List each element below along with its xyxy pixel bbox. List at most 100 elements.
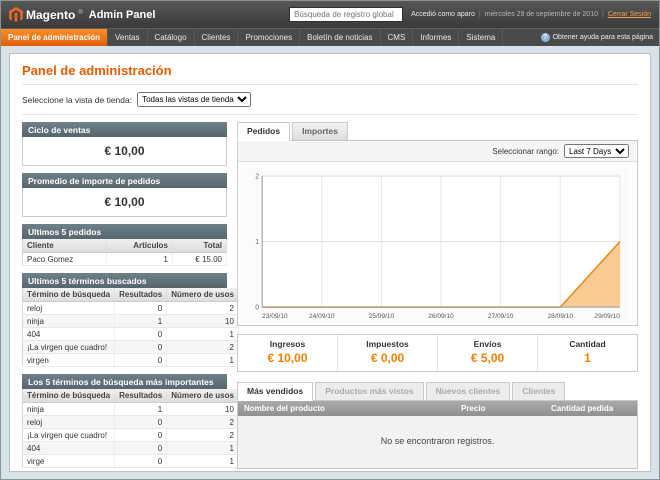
search-term: virgen (23, 354, 115, 367)
search-term-row[interactable]: virgen 0 1 (23, 354, 239, 367)
store-view-label: Seleccione la vista de tienda: (22, 95, 132, 105)
svg-text:27/09/10: 27/09/10 (488, 313, 514, 320)
search-term: ninja (23, 403, 115, 416)
stat-impuestos: Impuestos € 0,00 (338, 335, 438, 371)
search-uses: 1 (167, 354, 239, 367)
nav-item-informes[interactable]: Informes (413, 29, 459, 46)
search-term-row[interactable]: ¡La virgen que cuadro! 0 2 (23, 429, 239, 442)
nav-item-catalogo[interactable]: Catálogo (148, 29, 195, 46)
grid-tab-mas-vendidos[interactable]: Más vendidos (237, 382, 313, 401)
global-search-input[interactable] (289, 7, 403, 22)
chart-area: 01223/09/1024/09/1025/09/1026/09/1027/09… (238, 162, 637, 325)
stat-value: € 0,00 (340, 351, 435, 365)
separator: | (479, 11, 481, 18)
lifetime-sales-block: Ciclo de ventas € 10,00 (22, 122, 227, 166)
grid-tab-productos-mas-vistos[interactable]: Productos más vistos (315, 382, 423, 401)
average-order-value: € 10,00 (22, 188, 227, 217)
order-total: € 15.00 (172, 253, 226, 266)
stat-value: € 10,00 (240, 351, 335, 365)
svg-text:1: 1 (255, 239, 259, 246)
nav-item-clientes[interactable]: Clientes (195, 29, 239, 46)
nav-item-boletin[interactable]: Boletín de noticias (300, 29, 380, 46)
search-term: reloj (23, 302, 115, 315)
store-view-select[interactable]: Todas las vistas de tienda (137, 92, 251, 107)
last-orders-table: Cliente Artículos Total Paco Gomez 1 € 1… (22, 239, 227, 266)
dashboard-main: Ciclo de ventas € 10,00 Promedio de impo… (22, 122, 638, 472)
search-term-row[interactable]: reloj 0 2 (23, 416, 239, 429)
search-term-row[interactable]: 404 0 1 (23, 328, 239, 341)
order-customer: Paco Gomez (23, 253, 107, 266)
grid-tabs: Más vendidos Productos más vistos Nuevos… (237, 382, 638, 401)
nav-item-cms[interactable]: CMS (381, 29, 414, 46)
divider (22, 114, 638, 115)
column-header-price: Precio (455, 401, 545, 416)
nav-item-dashboard[interactable]: Panel de administración (1, 29, 108, 46)
content-card: Panel de administración Seleccione la vi… (9, 53, 651, 472)
nav-item-ventas[interactable]: Ventas (108, 29, 147, 46)
search-results: 0 (115, 302, 167, 315)
search-term-row[interactable]: reloj 0 2 (23, 302, 239, 315)
range-select[interactable]: Last 7 Days (564, 144, 629, 158)
lifetime-sales-value: € 10,00 (22, 137, 227, 166)
search-uses: 1 (167, 455, 239, 468)
order-items: 1 (106, 253, 172, 266)
svg-text:24/09/10: 24/09/10 (309, 313, 335, 320)
diagram-tabs: Pedidos Importes (237, 122, 638, 141)
stat-label: Cantidad (540, 339, 635, 349)
column-header: Resultados (115, 288, 167, 302)
logo-text: Magento (26, 8, 75, 22)
header-date: miércoles 29 de septiembre de 2010 (485, 11, 598, 18)
content-background: Panel de administración Seleccione la vi… (1, 46, 659, 479)
nav-item-sistema[interactable]: Sistema (459, 29, 503, 46)
tab-importes[interactable]: Importes (292, 122, 348, 141)
column-header: Cliente (23, 239, 107, 253)
svg-text:23/09/10: 23/09/10 (262, 313, 288, 320)
search-term-row[interactable]: ninja 1 10 (23, 315, 239, 328)
search-term-row[interactable]: ninja 1 10 (23, 403, 239, 416)
search-term-row[interactable]: ¡La virgen que cuadro! 0 2 (23, 341, 239, 354)
totals-bar: Ingresos € 10,00 Impuestos € 0,00 Envíos… (237, 334, 638, 372)
search-results: 0 (115, 354, 167, 367)
page-title: Panel de administración (22, 63, 638, 78)
grid-tab-clientes[interactable]: Clientes (512, 382, 565, 401)
search-uses: 2 (167, 416, 239, 429)
column-header: Artículos (106, 239, 172, 253)
search-results: 1 (115, 403, 167, 416)
grid-tab-nuevos-clientes[interactable]: Nuevos clientes (426, 382, 511, 401)
top-search-table: Término de búsqueda Resultados Número de… (22, 389, 239, 468)
logout-link[interactable]: Cerrar Sesión (608, 11, 651, 18)
stat-cantidad: Cantidad 1 (538, 335, 637, 371)
tab-pedidos[interactable]: Pedidos (237, 122, 290, 141)
main-nav: Panel de administración Ventas Catálogo … (1, 28, 659, 46)
top-search-block: Los 5 términos de búsqueda más important… (22, 374, 227, 468)
lifetime-sales-header: Ciclo de ventas (22, 122, 227, 137)
search-uses: 2 (167, 341, 239, 354)
magento-logo[interactable]: Magento ® Admin Panel (9, 7, 155, 23)
last-search-block: Ultimos 5 términos buscados Término de b… (22, 273, 227, 367)
search-term-row[interactable]: virge 0 1 (23, 455, 239, 468)
average-order-block: Promedio de importe de pedidos € 10,00 (22, 173, 227, 217)
search-results: 0 (115, 328, 167, 341)
stat-label: Impuestos (340, 339, 435, 349)
magento-logo-icon (9, 7, 23, 23)
svg-text:28/09/10: 28/09/10 (548, 313, 574, 320)
empty-records-message: No se encontraron registros. (238, 416, 637, 468)
help-link[interactable]: ? Obtener ayuda para esta página (535, 29, 659, 46)
grid-header-row: Nombre del producto Precio Cantidad pedi… (238, 401, 637, 416)
separator: | (602, 11, 604, 18)
range-bar: Seleccionar rango: Last 7 Days (238, 141, 637, 162)
search-results: 0 (115, 442, 167, 455)
search-results: 0 (115, 416, 167, 429)
header-bar: Magento ® Admin Panel Accedió como aparo… (1, 1, 659, 28)
last-search-header: Ultimos 5 términos buscados (22, 273, 227, 288)
range-label: Seleccionar rango: (492, 147, 559, 156)
last-search-table: Término de búsqueda Resultados Número de… (22, 288, 239, 367)
search-uses: 10 (167, 315, 239, 328)
search-results: 0 (115, 341, 167, 354)
order-row[interactable]: Paco Gomez 1 € 15.00 (23, 253, 227, 266)
nav-item-promociones[interactable]: Promociones (238, 29, 300, 46)
search-term: 404 (23, 328, 115, 341)
svg-text:2: 2 (255, 174, 259, 181)
search-term-row[interactable]: 404 0 1 (23, 442, 239, 455)
column-header: Término de búsqueda (23, 288, 115, 302)
